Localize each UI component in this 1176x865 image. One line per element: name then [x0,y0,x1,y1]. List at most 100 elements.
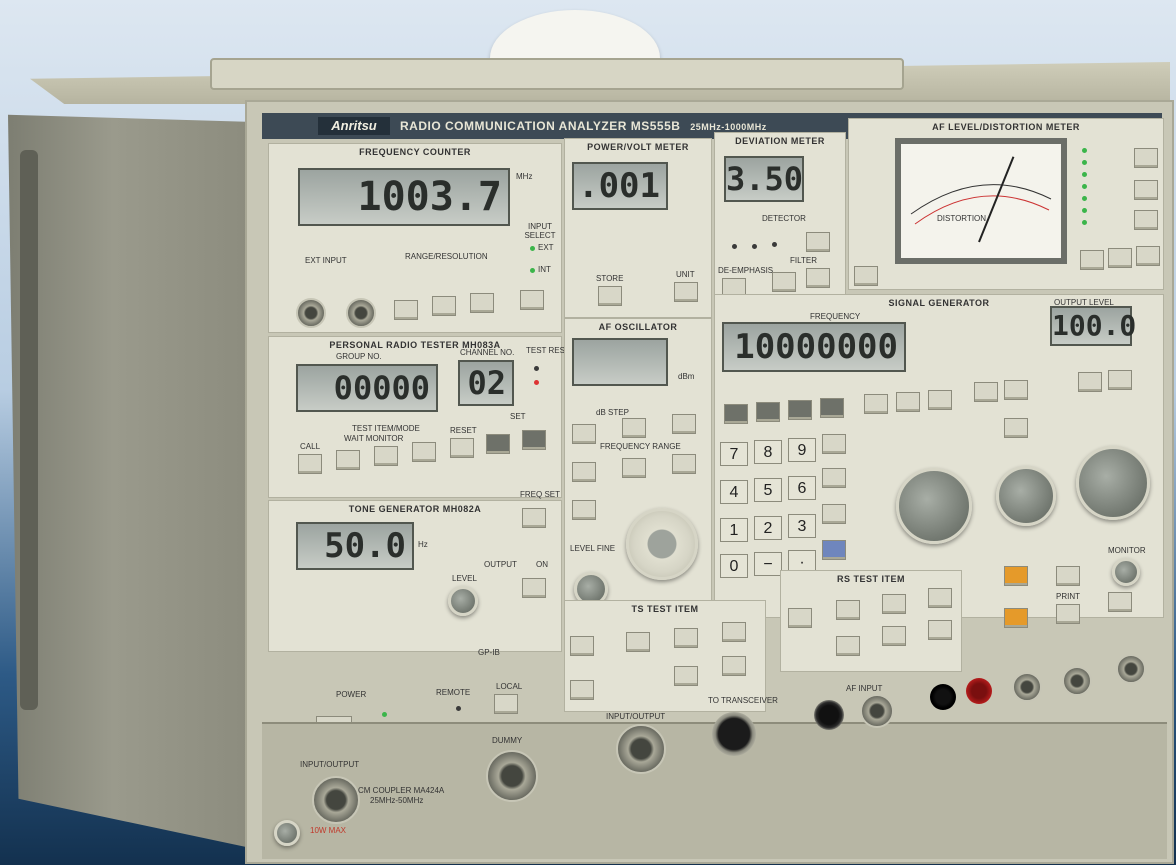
ts-item-button-1[interactable] [570,636,594,656]
freq-range-button-3[interactable] [672,454,696,474]
key-9[interactable]: 9 [788,438,816,462]
ts-item-button-3[interactable] [674,628,698,648]
mode-button[interactable] [412,442,436,462]
cm-coupler-connector[interactable] [312,776,360,824]
ts-item-button-6[interactable] [674,666,698,686]
meter-select-button[interactable] [854,266,878,286]
local-button[interactable] [494,694,518,714]
black-terminal[interactable] [930,684,956,710]
key-8[interactable]: 8 [754,440,782,464]
sg-ext-ac-button[interactable] [1004,380,1028,400]
key-minus[interactable]: − [754,552,782,576]
af-frequency-dial[interactable] [626,508,698,580]
rs-item-button-7[interactable] [928,620,952,640]
detector-button[interactable] [806,232,830,252]
sg-orange-button-1[interactable] [1004,566,1028,586]
enter-button[interactable] [822,540,846,560]
carry-handle[interactable] [210,58,904,90]
sg-int-button[interactable] [974,382,998,402]
freq-range-button-1[interactable] [572,462,596,482]
db-step-down-button[interactable] [572,424,596,444]
af-off-button[interactable] [672,414,696,434]
unit-button[interactable] [674,282,698,302]
rs-item-button-6[interactable] [882,626,906,646]
dummy-connector[interactable] [486,750,538,802]
af-input-bnc[interactable] [860,694,894,728]
filter-button-2[interactable] [806,268,830,288]
sg-mode-button-2[interactable] [756,402,780,422]
ext-input-b-connector[interactable] [346,298,376,328]
range-button-2[interactable] [432,296,456,316]
key-5[interactable]: 5 [754,478,782,502]
unit-mhz-button[interactable] [822,434,846,454]
ts-item-button-7[interactable] [722,656,746,676]
reset-button[interactable] [450,438,474,458]
freq-range-button-2[interactable] [622,458,646,478]
monitor-knob[interactable] [1112,558,1140,586]
unit-khz-button[interactable] [822,468,846,488]
key-1[interactable]: 1 [720,518,748,542]
frequency-knob[interactable] [896,468,972,544]
meter-range-button-2[interactable] [1108,248,1132,268]
db-step-up-button[interactable] [622,418,646,438]
set-button-1[interactable] [486,434,510,454]
ext-mod-connector[interactable] [1116,654,1146,684]
monitor-button[interactable] [1108,592,1132,612]
meter-range-button-3[interactable] [1136,246,1160,266]
key-3[interactable]: 3 [788,514,816,538]
meter-func-button-3[interactable] [1134,210,1158,230]
rs-item-button-3[interactable] [882,594,906,614]
printer-button[interactable] [1056,566,1080,586]
ts-item-button-4[interactable] [722,622,746,642]
meter-func-button-1[interactable] [1134,148,1158,168]
sg-orange-button-2[interactable] [1004,608,1028,628]
sg-step-down-button[interactable] [896,392,920,412]
wait-button[interactable] [336,450,360,470]
input-select-button[interactable] [520,290,544,310]
store-button[interactable] [598,286,622,306]
key-4[interactable]: 4 [720,480,748,504]
sg-step-button-1[interactable] [864,394,888,414]
monitor-button[interactable] [374,446,398,466]
sg-ext-dc-button[interactable] [1004,418,1028,438]
tone-output-button[interactable] [522,578,546,598]
key-7[interactable]: 7 [720,442,748,466]
af-input-jack-1[interactable] [814,700,844,730]
level-step-up-button[interactable] [1108,370,1132,390]
output-level-knob[interactable] [1076,446,1150,520]
sg-mode-button-1[interactable] [724,404,748,424]
print-button[interactable] [1056,604,1080,624]
key-6[interactable]: 6 [788,476,816,500]
ext-fm-connector[interactable] [1062,666,1092,696]
sg-mode-button-4[interactable] [820,398,844,418]
filter-button-1[interactable] [772,272,796,292]
range-button-3[interactable] [470,293,494,313]
rf-out-connector[interactable] [1012,672,1042,702]
unit-hz-button[interactable] [822,504,846,524]
sg-mode-button-3[interactable] [788,400,812,420]
rs-item-button-1[interactable] [788,608,812,628]
call-button[interactable] [298,454,322,474]
key-2[interactable]: 2 [754,516,782,540]
ext-input-a-connector[interactable] [296,298,326,328]
sg-step-up-button[interactable] [928,390,952,410]
ts-item-button-2[interactable] [626,632,650,652]
range-button-1[interactable] [394,300,418,320]
meter-range-button-1[interactable] [1080,250,1104,270]
fm-knob[interactable] [996,466,1056,526]
level-step-down-button[interactable] [1078,372,1102,392]
transceiver-port[interactable] [712,712,756,756]
freq-set-button[interactable] [522,508,546,528]
rs-item-button-5[interactable] [836,636,860,656]
set-button-2[interactable] [522,430,546,450]
rs-item-button-4[interactable] [928,588,952,608]
rf-input-output-connector[interactable] [616,724,666,774]
ts-item-button-5[interactable] [570,680,594,700]
meter-func-button-2[interactable] [1134,180,1158,200]
red-terminal[interactable] [966,678,992,704]
model-title: RADIO COMMUNICATION ANALYZER MS555B 25MH… [400,119,767,133]
rs-item-button-2[interactable] [836,600,860,620]
tone-level-knob[interactable] [448,586,478,616]
af-freq-button[interactable] [572,500,596,520]
key-0[interactable]: 0 [720,554,748,578]
